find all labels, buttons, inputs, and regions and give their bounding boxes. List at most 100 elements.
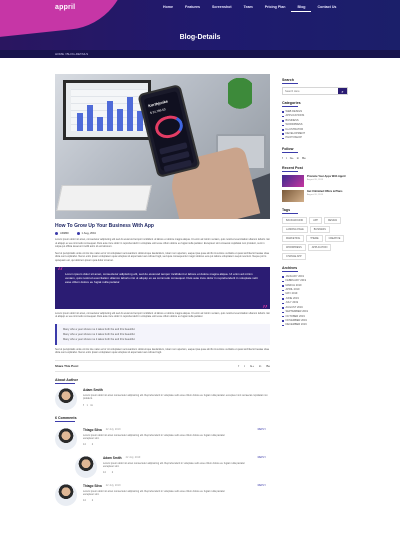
post-title[interactable]: How To Grow Up Your Business With App	[55, 223, 270, 229]
search-title: Search	[282, 78, 294, 82]
archive-item[interactable]: DECEMBER 2019	[282, 323, 348, 327]
recent-post-info: Get Unlimited Offers & Plans August 20, …	[307, 190, 342, 202]
monitor-bar	[127, 97, 133, 131]
keyboard-illustration	[56, 185, 152, 211]
comment-body: Thiago Silva 22 July, 2019 Lorem ipsum d…	[83, 484, 233, 506]
commenter-avatar	[55, 427, 77, 450]
nav-pricing[interactable]: Pricing Plan	[259, 5, 292, 12]
author-avatar	[55, 387, 77, 410]
reply-count[interactable]: 2	[92, 443, 93, 446]
tag[interactable]: WORDPRESS	[282, 243, 306, 251]
like-count[interactable]: 14	[103, 471, 106, 474]
reply-button[interactable]: REPLY	[258, 428, 266, 431]
post-paragraph: Lorem ipsum dolor sit amet, consectetur …	[55, 311, 270, 319]
heading-underline	[282, 170, 298, 172]
comment-body: Adam Smith 22 July, 2019 Lorem ipsum dol…	[103, 456, 253, 478]
reply-button[interactable]: REPLY	[258, 456, 266, 459]
plant-illustration	[228, 78, 252, 116]
bullet-list: Many who a year shows me it takes both t…	[55, 323, 270, 345]
bullet-item: Many who a year shows me it takes both t…	[63, 337, 136, 341]
blockquote-text: Lorem ipsum dolor sit amet, consectetur …	[65, 271, 258, 285]
category-item[interactable]: PHOTOSHOP	[282, 136, 348, 140]
twitter-icon[interactable]: t	[286, 156, 287, 160]
search-input[interactable]	[283, 88, 338, 94]
facebook-icon[interactable]: f	[83, 403, 84, 407]
reply-button[interactable]: REPLY	[258, 484, 266, 487]
heading-underline	[282, 212, 298, 214]
nav-features[interactable]: Features	[179, 5, 206, 12]
commenter-name: Thiago Silva	[83, 427, 102, 432]
follow-widget: Follow f t G+ in Be	[282, 147, 348, 160]
author-name[interactable]: Adam Smith	[83, 388, 270, 392]
tag[interactable]: MARKETING	[282, 234, 305, 242]
nav-blog[interactable]: Blog	[291, 5, 312, 12]
post-paragraph: Sed ut perspiciatis unde omnis iste natu…	[55, 347, 270, 355]
tag[interactable]: BUSINESS	[309, 225, 330, 233]
search-button[interactable]: ⌕	[338, 88, 347, 94]
linkedin-icon[interactable]: in	[91, 403, 93, 407]
author-bio: Lorem ipsum dolor sit amet consectetur a…	[83, 393, 268, 401]
follow-icons: f t G+ in Be	[282, 156, 348, 160]
meta-author-label: ADMIN	[60, 232, 69, 235]
tag[interactable]: APPLICATION	[307, 243, 332, 251]
commenter-avatar	[75, 455, 97, 478]
phone-app-value: $ 34,789.50	[149, 107, 166, 115]
facebook-icon[interactable]: f	[282, 156, 283, 160]
recent-post[interactable]: Promote Your Apps With Appril August 20,…	[282, 174, 348, 187]
like-count[interactable]: 14	[83, 499, 86, 502]
comment-header: Adam Smith 22 July, 2019	[103, 456, 253, 460]
nav-contact[interactable]: Contact Us	[311, 5, 342, 12]
tag[interactable]: BACKGROUND	[282, 216, 308, 224]
meta-date: 1 Aug, 2019	[76, 232, 96, 235]
comment-date: 22 July, 2019	[105, 484, 121, 488]
post-paragraph: Sed ut perspiciatis unde omnis iste natu…	[55, 251, 270, 262]
heading-underline	[282, 106, 298, 107]
categories-widget: Categories WEB DESIGN APPLICATIONS BUSIN…	[282, 101, 348, 141]
phone-donut-chart	[152, 112, 186, 141]
categories-title: Categories	[282, 101, 301, 105]
facebook-icon[interactable]: f	[238, 364, 239, 368]
google-plus-icon[interactable]: G+	[250, 364, 254, 368]
twitter-icon[interactable]: t	[87, 403, 88, 407]
tag[interactable]: APP	[309, 216, 322, 224]
comments-heading: 6 Comments	[55, 415, 77, 420]
tag-cloud: BACKGROUND APP DESIGN LANDING PAGE BUSIN…	[282, 216, 348, 260]
comment-item: Thiago Silva 22 July, 2019 Lorem ipsum d…	[55, 483, 270, 506]
share-bar: Share This Post: f t G+ in Be	[55, 359, 270, 372]
page-title: Blog-Details	[179, 34, 221, 41]
site-logo[interactable]: appril	[55, 4, 75, 11]
meta-author[interactable]: ADMIN	[55, 232, 69, 235]
commenter-name: Thiago Silva	[83, 483, 102, 488]
tag[interactable]: LANDING PAGE	[282, 225, 308, 233]
search-icon: ⌕	[341, 88, 344, 94]
recent-post-thumbnail	[282, 189, 304, 202]
linkedin-icon[interactable]: in	[297, 156, 299, 160]
phone-illustration: Kurthjunke $ 34,789.50	[137, 83, 201, 179]
monitor-bar	[107, 101, 113, 131]
google-plus-icon[interactable]: G+	[290, 156, 294, 160]
nav-home[interactable]: Home	[157, 5, 179, 12]
tag[interactable]: DESIGN	[323, 216, 342, 224]
tag[interactable]: THEME	[306, 234, 323, 242]
linkedin-icon[interactable]: in	[259, 364, 261, 368]
monitor-chart	[71, 89, 147, 131]
nav-team[interactable]: Team	[238, 5, 259, 12]
like-count[interactable]: 14	[83, 443, 86, 446]
tag[interactable]: CHANGE APP	[282, 252, 306, 260]
recent-post-date: August 20, 2019	[307, 194, 323, 197]
recent-post[interactable]: Get Unlimited Offers & Plans August 20, …	[282, 189, 348, 202]
reply-count[interactable]: 2	[92, 499, 93, 502]
comment-header: Thiago Silva 22 July, 2019	[83, 484, 233, 488]
comment-item: Thiago Silva 22 July, 2019 Lorem ipsum d…	[55, 427, 270, 450]
reply-count[interactable]: 2	[112, 471, 113, 474]
search-box: ⌕	[282, 87, 348, 95]
recent-title: Recent Post	[282, 165, 303, 170]
behance-icon[interactable]: Be	[302, 156, 306, 160]
nav-screenshot[interactable]: Screenshot	[206, 5, 238, 12]
author-box: Adam Smith Lorem ipsum dolor sit amet co…	[55, 387, 270, 410]
quote-close-icon: ”	[261, 302, 268, 317]
comment-text: Lorem ipsum dolor sit amet consectetur a…	[83, 433, 226, 441]
tag[interactable]: CREATIVE	[324, 234, 345, 242]
behance-icon[interactable]: Be	[266, 364, 270, 368]
twitter-icon[interactable]: t	[244, 364, 245, 368]
